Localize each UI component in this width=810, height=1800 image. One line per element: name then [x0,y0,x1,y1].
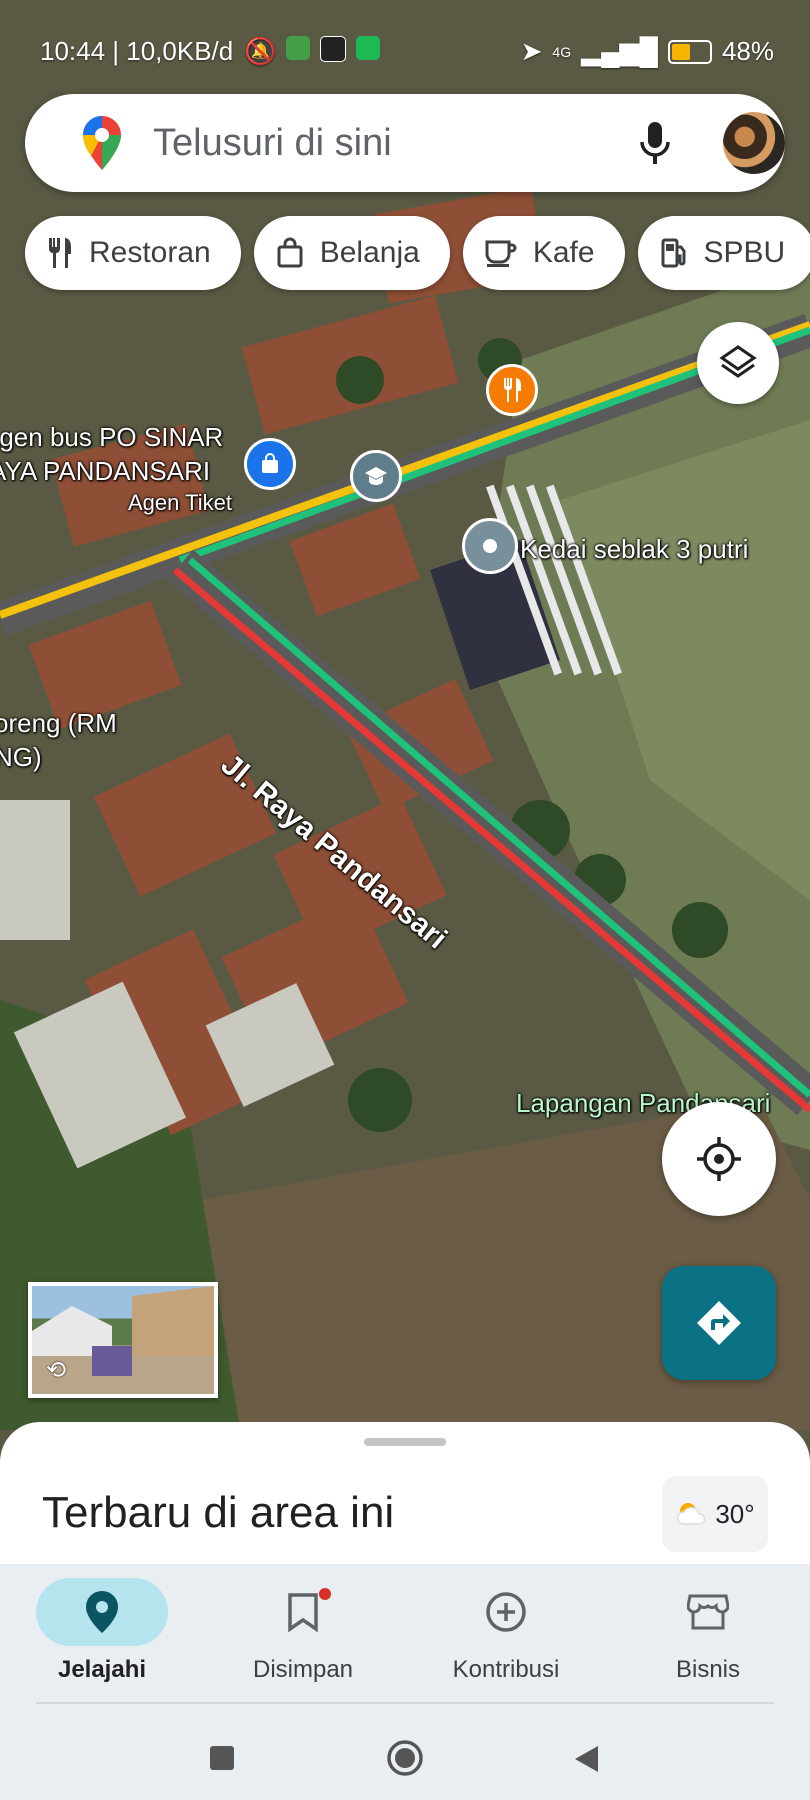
shopping-bag-icon [262,453,278,473]
school-icon [365,467,387,485]
nav-kontribusi[interactable]: Kontribusi [416,1578,596,1684]
chip-label: Belanja [319,236,420,269]
store-icon [687,1594,729,1630]
rm-label-2[interactable]: NG) [0,742,42,773]
weather-badge[interactable]: 30° [662,1476,768,1552]
nav-jelajahi[interactable]: Jelajahi [12,1578,192,1684]
status-right: ➤ 4G ▂▄▆█ 48% [521,36,774,67]
cafe-icon [485,240,517,267]
shopping-bag-icon [277,237,303,268]
pin-dot-icon [483,539,497,553]
kedai-label[interactable]: Kedai seblak 3 putri [520,534,748,565]
chip-label: SPBU [703,236,786,269]
nav-label: Bisnis [675,1656,741,1683]
partly-cloudy-icon [677,1503,706,1525]
back-triangle-icon [575,1746,598,1772]
bell-off-icon: 🔕 [244,36,277,66]
temperature: 30° [715,1498,755,1529]
bottom-nav: Jelajahi Disimpan Kontribusi Bisnis [0,1564,810,1800]
chip-restoran[interactable]: Restoran [25,216,241,290]
gas-station-icon [661,238,686,268]
network-label: 4G [552,43,572,60]
place-pin-marker[interactable] [462,518,518,574]
home-button[interactable] [386,1739,424,1782]
notification-dot [319,1588,331,1600]
nav-label: Disimpan [252,1656,354,1683]
agen-tiket-label: Agen Tiket [128,490,232,515]
agen-bus-label-2[interactable]: JAYA PANDANSARI [0,456,210,487]
chip-kafe[interactable]: Kafe [462,216,625,290]
mic-icon[interactable] [637,120,673,171]
back-button[interactable] [572,1744,600,1779]
status-bar: 10:44 | 10,0KB/d 🔕 ➤ 4G ▂▄▆█ 48% [0,0,810,96]
chip-label: Restoran [89,236,211,269]
restaurant-marker[interactable] [486,364,538,416]
recents-button[interactable] [208,1744,236,1777]
search-input[interactable]: Telusuri di sini [153,122,392,165]
ticket-agent-marker[interactable] [244,438,296,490]
chip-belanja[interactable]: Belanja [253,216,450,290]
school-marker[interactable] [350,450,402,502]
signal-icon: ▂▄▆█ [581,36,658,66]
nav-divider [36,1702,774,1704]
maps-logo-icon [83,116,121,175]
shield-icon [356,36,381,60]
battery-icon [667,39,712,64]
battery-percent: 48% [721,36,774,66]
nav-disimpan[interactable]: Disimpan [213,1578,393,1684]
category-chips: Restoran Belanja Kafe SPBU [25,216,810,290]
avatar[interactable] [723,112,785,174]
chip-spbu[interactable]: SPBU [637,216,810,290]
app-icon-green [286,36,311,60]
square-icon [210,1746,234,1770]
notification-icons: 🔕 [244,36,381,67]
sheet-title: Terbaru di area ini [42,1488,395,1537]
status-time: 10:44 | 10,0KB/d [40,36,234,66]
bottom-sheet[interactable]: Terbaru di area ini 30° [0,1422,810,1564]
rm-label-1[interactable]: oreng (RM [0,708,117,739]
nav-label: Kontribusi [452,1656,560,1683]
street-view-thumbnail[interactable]: ⟲ [28,1282,218,1398]
sheet-handle[interactable] [364,1438,446,1446]
directions-icon [697,1301,741,1345]
bookmark-icon [288,1593,318,1632]
location-arrow-icon: ➤ [520,36,543,66]
directions-button[interactable] [662,1266,776,1380]
explore-pin-icon [86,1591,118,1633]
agen-bus-label[interactable]: Agen bus PO SINAR [0,422,223,453]
layers-icon [719,345,757,378]
restaurant-icon [49,238,71,268]
chip-label: Kafe [532,236,595,269]
app-icon-dark [320,36,347,62]
my-location-button[interactable] [662,1102,776,1216]
nav-bisnis[interactable]: Bisnis [618,1578,798,1684]
nav-label: Jelajahi [57,1656,147,1683]
rotate-360-icon: ⟲ [46,1357,67,1384]
add-circle-icon [486,1592,526,1632]
home-circle-icon [387,1740,423,1776]
crosshair-icon [697,1137,741,1181]
search-bar[interactable]: Telusuri di sini [25,94,785,192]
layers-button[interactable] [697,322,779,404]
restaurant-icon [504,378,521,402]
